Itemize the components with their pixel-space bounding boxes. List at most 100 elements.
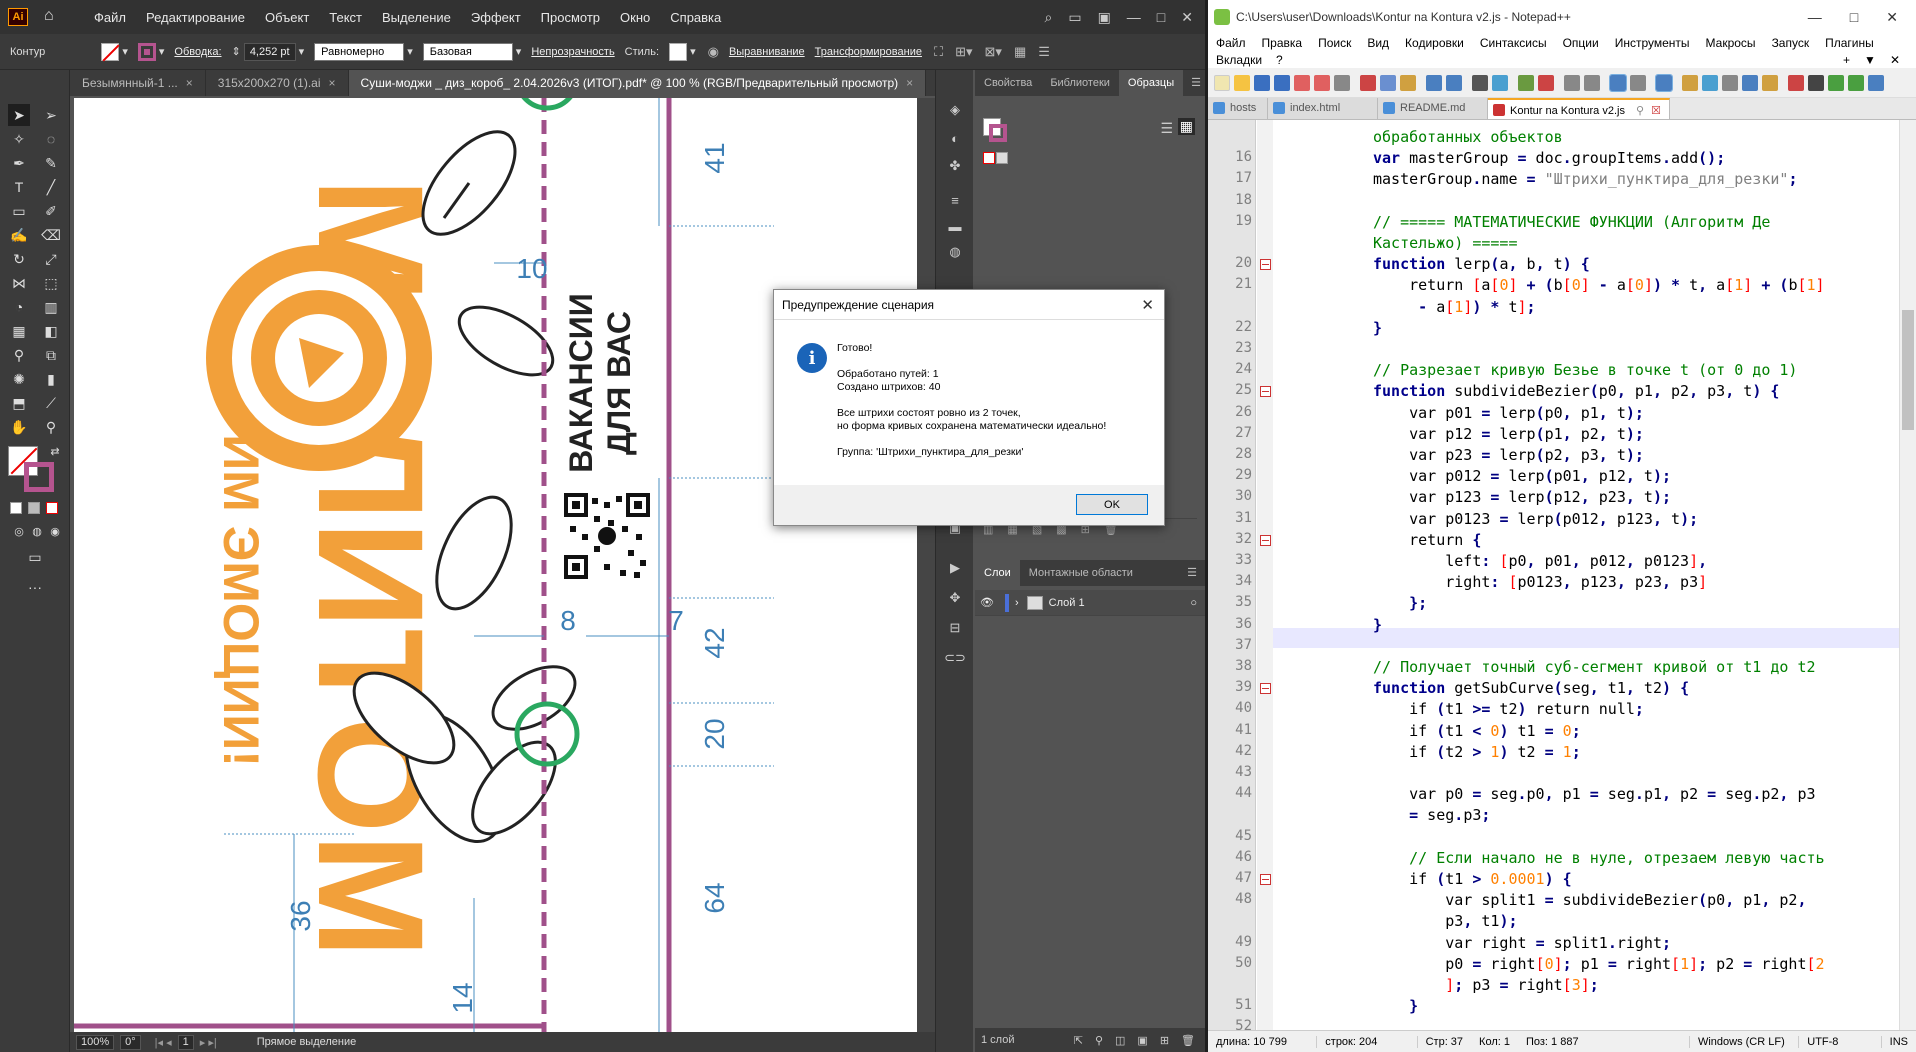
- align-link[interactable]: Выравнивание: [729, 46, 805, 58]
- symbol-sprayer-icon[interactable]: ✺: [8, 368, 30, 390]
- mesh-tool-icon[interactable]: ▦: [8, 320, 30, 342]
- stroke-panel-icon[interactable]: ≡: [945, 190, 965, 210]
- panel-menu-icon[interactable]: ☰: [1038, 44, 1050, 60]
- code-line[interactable]: p3, t1);: [1373, 912, 1517, 930]
- tab-layers[interactable]: Слои: [975, 560, 1020, 586]
- panel-menu-icon[interactable]: ☰: [1179, 560, 1205, 586]
- run-macro-multiple-icon[interactable]: [1848, 75, 1864, 91]
- record-macro-icon[interactable]: [1788, 75, 1804, 91]
- code-line[interactable]: var p0 = seg.p0, p1 = seg.p1, p2 = seg.p…: [1373, 785, 1815, 803]
- close-icon[interactable]: ×: [329, 76, 336, 90]
- next-page-icon[interactable]: ▸ ▸|: [200, 1036, 217, 1049]
- tab-untitled[interactable]: Безымянный-1 ... ×: [70, 70, 206, 96]
- code-line[interactable]: if (t1 >= t2) return null;: [1373, 700, 1644, 718]
- code-line[interactable]: Кастельжо) =====: [1373, 234, 1518, 252]
- color-mode-icon[interactable]: [10, 502, 22, 514]
- locate-object-icon[interactable]: ⚲: [1095, 1034, 1103, 1047]
- rectangle-tool-icon[interactable]: ▭: [8, 200, 30, 222]
- code-line[interactable]: var p01 = lerp(p0, p1, t);: [1373, 404, 1644, 422]
- list-view-icon[interactable]: ☰: [1160, 120, 1173, 137]
- draw-inside-icon[interactable]: ◉: [44, 520, 66, 542]
- menu-window[interactable]: Вкладки: [1216, 53, 1262, 67]
- zoom-in-icon[interactable]: [1518, 75, 1534, 91]
- code-line[interactable]: function subdivideBezier(p0, p1, p2, p3,…: [1373, 382, 1779, 400]
- code-line[interactable]: p0 = right[0]; p1 = right[1]; p2 = right…: [1373, 955, 1824, 973]
- tab-list-icon[interactable]: ▼: [1864, 53, 1876, 67]
- minimize-icon[interactable]: —: [1127, 9, 1141, 26]
- isolate-icon[interactable]: ⛶: [934, 44, 943, 60]
- add-tab-icon[interactable]: +: [1843, 53, 1850, 67]
- code-line[interactable]: if (t2 > 1) t2 = 1;: [1373, 743, 1581, 761]
- opacity-link[interactable]: Непрозрачность: [531, 46, 614, 58]
- copy-icon[interactable]: [1380, 75, 1396, 91]
- code-line[interactable]: var p23 = lerp(p2, p3, t);: [1373, 446, 1644, 464]
- target-icon[interactable]: ○: [1190, 597, 1197, 609]
- pin-icon[interactable]: ⚲: [1636, 105, 1644, 117]
- code-line[interactable]: var p0123 = lerp(p012, p123, t);: [1373, 510, 1698, 528]
- code-line[interactable]: }: [1373, 616, 1382, 634]
- save-icon[interactable]: [1254, 75, 1270, 91]
- menu-run[interactable]: Запуск: [1764, 36, 1818, 50]
- tab-artboards[interactable]: Монтажные области: [1020, 560, 1142, 586]
- close-icon[interactable]: ×: [186, 76, 193, 90]
- eraser-tool-icon[interactable]: ⌫: [40, 224, 62, 246]
- ok-button[interactable]: OK: [1076, 494, 1148, 515]
- menu-type[interactable]: Текст: [319, 10, 372, 25]
- tab-index-html[interactable]: index.html: [1268, 98, 1378, 119]
- find-icon[interactable]: [1472, 75, 1488, 91]
- menu-settings[interactable]: Опции: [1555, 36, 1607, 50]
- envelope-icon[interactable]: ⊠▾: [985, 44, 1002, 60]
- udl-icon[interactable]: [1682, 75, 1698, 91]
- code-editor[interactable]: обработанных объектов 16 var masterGroup =…: [1208, 120, 1916, 1030]
- paste-icon[interactable]: [1400, 75, 1416, 91]
- menu-plugins[interactable]: Плагины: [1817, 36, 1882, 50]
- gradient-mode-icon[interactable]: [28, 502, 40, 514]
- shaper-tool-icon[interactable]: ✍: [8, 224, 30, 246]
- tab-readme[interactable]: README.md: [1378, 98, 1488, 119]
- menu-help[interactable]: Справка: [660, 10, 731, 25]
- code-line[interactable]: var split1 = subdivideBezier(p0, p1, p2,: [1373, 891, 1806, 909]
- lasso-icon[interactable]: ◌: [40, 128, 62, 150]
- code-line[interactable]: // Если начало не в нуле, отрезаем левую…: [1373, 849, 1824, 867]
- code-line[interactable]: var right = split1.right;: [1373, 934, 1671, 952]
- stroke-pink-swatch[interactable]: [989, 124, 1007, 142]
- menu-select[interactable]: Выделение: [372, 10, 461, 25]
- code-line[interactable]: right: [p0123, p123, p23, p3]: [1373, 573, 1707, 591]
- code-line[interactable]: // Получает точный суб-сегмент кривой от…: [1373, 658, 1816, 676]
- tab-sushi-moji[interactable]: Суши-моджи _ диз_короб_ 2.04.2026v3 (ИТО…: [348, 70, 927, 96]
- zoom-tool-icon[interactable]: ⚲: [40, 416, 62, 438]
- artboards-panel-icon[interactable]: ⊟: [945, 618, 965, 638]
- expand-chevron-icon[interactable]: ›: [1015, 597, 1019, 609]
- magic-wand-icon[interactable]: ✧: [8, 128, 30, 150]
- save-macro-icon[interactable]: [1868, 75, 1884, 91]
- close-file-icon[interactable]: [1294, 75, 1310, 91]
- perspective-grid-icon[interactable]: ▥: [40, 296, 62, 318]
- slice-tool-icon[interactable]: ⟋: [40, 392, 62, 414]
- blend-tool-icon[interactable]: ⧉: [40, 344, 62, 366]
- none-mode-icon[interactable]: [46, 502, 58, 514]
- code-line[interactable]: обработанных объектов: [1373, 128, 1563, 146]
- close-icon[interactable]: ✕: [1886, 9, 1898, 26]
- zoom-out-icon[interactable]: [1538, 75, 1554, 91]
- hand-tool-icon[interactable]: ✋: [8, 416, 30, 438]
- code-line[interactable]: var p012 = lerp(p01, p12, t);: [1373, 467, 1671, 485]
- first-page-icon[interactable]: |◂ ◂: [155, 1036, 172, 1049]
- code-line[interactable]: var p12 = lerp(p1, p2, t);: [1373, 425, 1644, 443]
- tab-315x200x270[interactable]: 315x200x270 (1).ai ×: [206, 70, 349, 96]
- function-list-icon[interactable]: [1742, 75, 1758, 91]
- brush-dropdown[interactable]: Базовая: [422, 42, 513, 61]
- rotate-tool-icon[interactable]: ↻: [8, 248, 30, 270]
- play-macro-icon[interactable]: [1828, 75, 1844, 91]
- doc-map-icon[interactable]: [1702, 75, 1718, 91]
- code-line[interactable]: if (t1 > 0.0001) {: [1373, 870, 1572, 888]
- links-icon[interactable]: ⊂⊃: [944, 648, 966, 668]
- collect-export-icon[interactable]: ⇱: [1074, 1034, 1083, 1047]
- code-line[interactable]: // Разрезает кривую Безье в точке t (от …: [1373, 361, 1797, 379]
- fold-toggle-icon[interactable]: [1260, 259, 1271, 271]
- code-line[interactable]: left: [p0, p01, p012, p0123],: [1373, 552, 1707, 570]
- sync-v-icon[interactable]: [1564, 75, 1580, 91]
- brush-tool-icon[interactable]: ✐: [40, 200, 62, 222]
- width-tool-icon[interactable]: ⋈: [8, 272, 30, 294]
- stroke-label[interactable]: Обводка:: [174, 46, 221, 58]
- zoom-select[interactable]: 100%: [76, 1034, 115, 1050]
